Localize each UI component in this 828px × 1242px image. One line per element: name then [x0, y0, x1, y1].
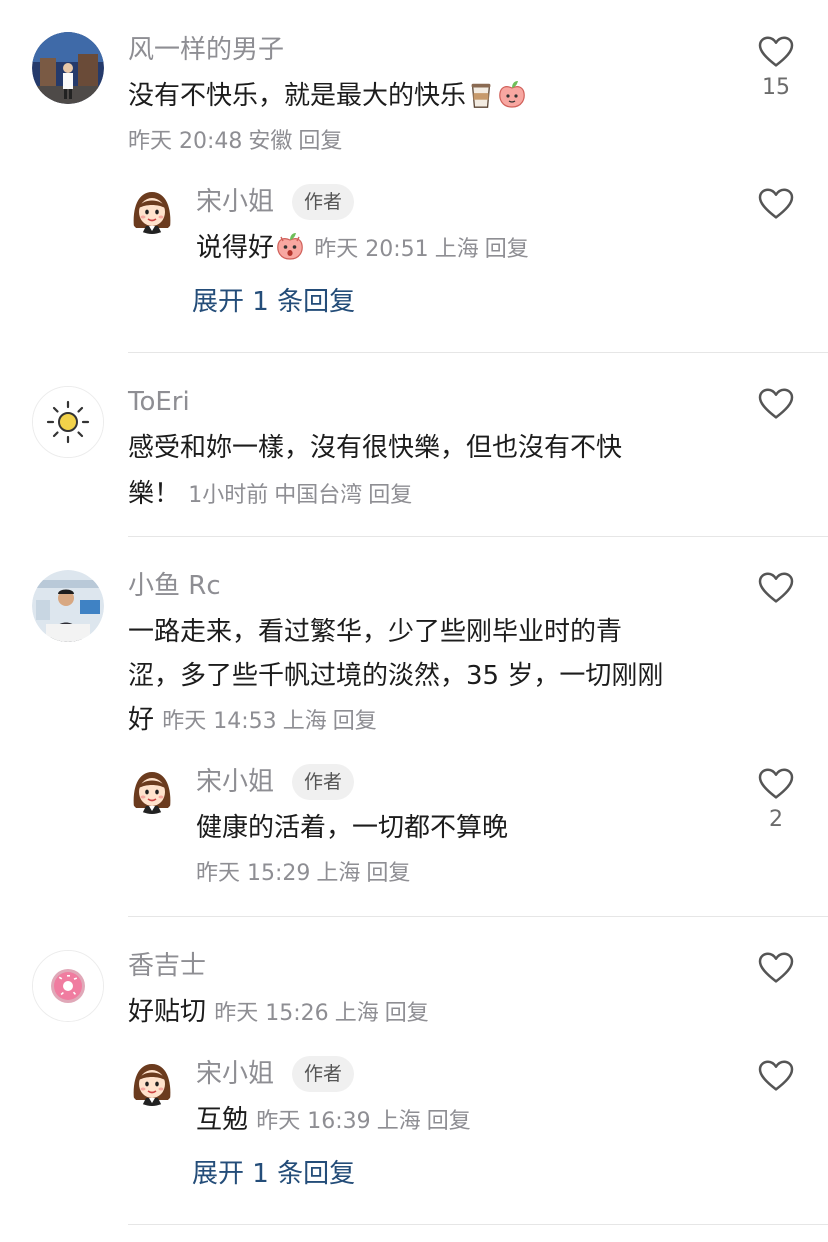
- reply-location: 上海: [376, 1109, 421, 1134]
- coffee-cup-emoji: [466, 80, 496, 124]
- comment-meta: 昨天 20:48 安徽 回复: [128, 126, 342, 158]
- reply-button[interactable]: 回复: [385, 1001, 429, 1026]
- divider: [128, 536, 828, 537]
- comment-text-continued: 樂！ 1小时前 中国台湾 回复: [128, 479, 413, 509]
- comment-time: 1小时前: [188, 483, 269, 508]
- comment-text: 没有不快乐，就是最大的快乐: [128, 74, 528, 124]
- like-count: 15: [762, 75, 790, 100]
- user-avatar[interactable]: [32, 570, 104, 642]
- divider: [128, 1224, 828, 1225]
- reply-username[interactable]: 宋小姐: [196, 186, 274, 218]
- comment-username[interactable]: ToEri: [128, 386, 190, 418]
- reply-text: 说得好 昨天 20:51 上海 回复: [196, 226, 529, 276]
- reply-button[interactable]: 回复: [333, 709, 377, 734]
- divider: [128, 916, 828, 917]
- comment-text-continued: 好 昨天 14:53 上海 回复: [128, 705, 377, 735]
- user-avatar[interactable]: [32, 950, 104, 1022]
- comment-text: 感受和妳一樣，沒有很快樂，但也沒有不快: [128, 433, 623, 463]
- comment-username[interactable]: 风一样的男子: [128, 34, 284, 66]
- author-avatar[interactable]: [128, 1058, 176, 1106]
- expand-replies-link[interactable]: 展开 1 条回复: [192, 1154, 355, 1194]
- expand-replies-link[interactable]: 展开 1 条回复: [192, 282, 355, 322]
- reply-button[interactable]: 回复: [427, 1109, 471, 1134]
- author-badge: 作者: [292, 1056, 355, 1092]
- heart-icon: [758, 188, 794, 220]
- reply-username[interactable]: 宋小姐: [196, 766, 274, 798]
- comment-time: 昨天 20:48: [128, 129, 243, 154]
- comment-location: 上海: [334, 1001, 379, 1026]
- like-button[interactable]: [746, 388, 806, 420]
- reply-button[interactable]: 回复: [485, 237, 529, 262]
- user-avatar[interactable]: [32, 386, 104, 458]
- surprised-peach-emoji: [274, 230, 306, 276]
- comment-location: 上海: [282, 709, 327, 734]
- heart-icon: [758, 572, 794, 604]
- comment-time: 昨天 14:53: [162, 709, 277, 734]
- heart-icon: [758, 768, 794, 800]
- reply-button[interactable]: 回复: [298, 129, 342, 154]
- like-button[interactable]: [746, 952, 806, 984]
- heart-icon: [758, 36, 794, 68]
- reply-time: 昨天 16:39: [256, 1109, 371, 1134]
- like-button[interactable]: [746, 1060, 806, 1092]
- heart-icon: [758, 1060, 794, 1092]
- reply-location: 上海: [434, 237, 479, 262]
- reply-text: 健康的活着，一切都不算晚: [196, 813, 509, 843]
- comment-text: 好贴切 昨天 15:26 上海 回复: [128, 997, 429, 1027]
- heart-icon: [758, 388, 794, 420]
- divider: [128, 352, 828, 353]
- like-count: 2: [769, 807, 783, 832]
- comment-username[interactable]: 小鱼 Rc: [128, 570, 221, 602]
- like-button[interactable]: 15: [746, 36, 806, 102]
- reply-meta: 昨天 15:29 上海 回复: [196, 858, 410, 890]
- comment-username[interactable]: 香吉士: [128, 950, 206, 982]
- reply-time: 昨天 20:51: [314, 237, 429, 262]
- reply-button[interactable]: 回复: [368, 483, 412, 508]
- user-avatar[interactable]: [32, 32, 104, 104]
- author-avatar[interactable]: [128, 186, 176, 234]
- comment-text: 一路走来，看过繁华，少了些刚毕业时的青: [128, 617, 623, 647]
- like-button[interactable]: [746, 188, 806, 220]
- author-avatar[interactable]: [128, 766, 176, 814]
- like-button[interactable]: 2: [746, 768, 806, 834]
- reply-location: 上海: [316, 861, 361, 886]
- reply-username[interactable]: 宋小姐: [196, 1058, 274, 1090]
- reply-time: 昨天 15:29: [196, 861, 311, 886]
- comment-location: 中国台湾: [274, 483, 363, 508]
- comment-location: 安徽: [248, 129, 293, 154]
- author-badge: 作者: [292, 184, 355, 220]
- reply-text: 互勉 昨天 16:39 上海 回复: [196, 1105, 471, 1135]
- heart-icon: [758, 952, 794, 984]
- peach-emoji: [496, 78, 528, 124]
- comment-text-continued: 涩，多了些千帆过境的淡然，35 岁，一切刚刚: [128, 661, 664, 691]
- like-button[interactable]: [746, 572, 806, 604]
- author-badge: 作者: [292, 764, 355, 800]
- comment-time: 昨天 15:26: [214, 1001, 329, 1026]
- reply-button[interactable]: 回复: [366, 861, 410, 886]
